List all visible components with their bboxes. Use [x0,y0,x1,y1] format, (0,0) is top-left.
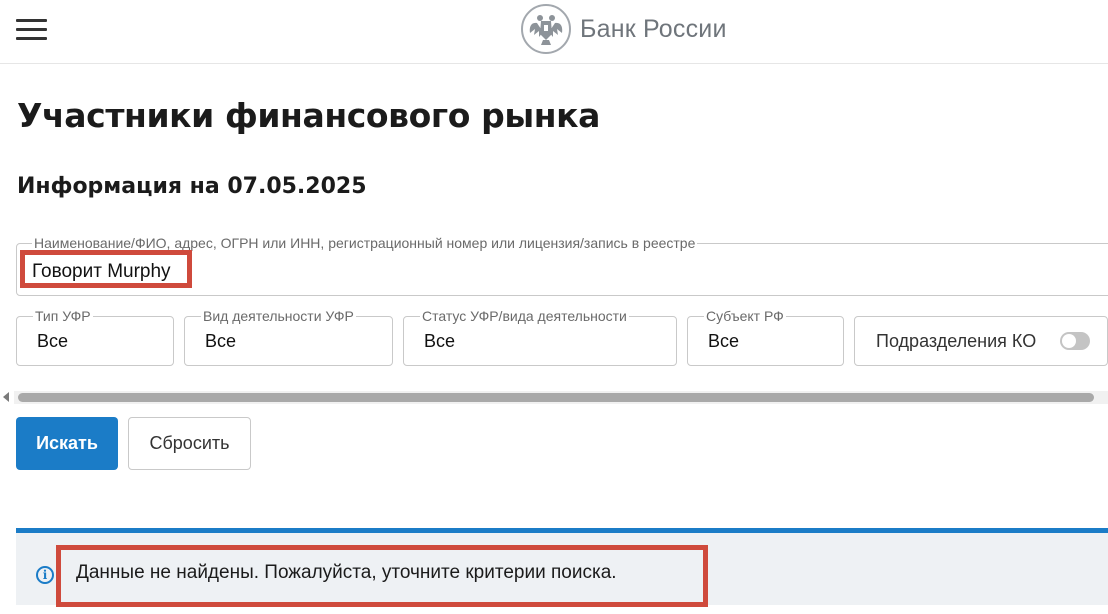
top-header: Банк России [0,0,1108,64]
filter-activity-type[interactable]: Вид деятельности УФР Все [184,308,393,366]
search-input[interactable]: Наименование/ФИО, адрес, ОГРН или ИНН, р… [16,235,1108,296]
search-input-value: Говорит Murphy [32,261,171,282]
hamburger-menu-icon[interactable] [16,18,48,40]
eagle-emblem-icon [521,4,571,54]
search-button[interactable]: Искать [16,417,118,470]
filter-label: Тип УФР [33,308,93,324]
filter-status[interactable]: Статус УФР/вида деятельности Все [403,308,677,366]
filter-value: Все [205,331,237,351]
filter-label: Вид деятельности УФР [201,308,356,324]
ko-divisions-toggle-box[interactable]: Подразделения КО [854,316,1108,366]
search-input-label: Наименование/ФИО, адрес, ОГРН или ИНН, р… [32,235,698,251]
scrollbar-thumb[interactable] [18,393,1094,402]
toggle-knob [1062,334,1076,348]
info-date-heading: Информация на 07.05.2025 [17,174,367,199]
filter-label: Субъект РФ [704,308,786,324]
reset-button[interactable]: Сбросить [128,417,251,470]
scroll-left-arrow-icon[interactable] [3,392,9,402]
ko-divisions-label: Подразделения КО [876,331,1037,351]
filter-value: Все [708,331,740,351]
filter-value: Все [424,331,456,351]
ko-divisions-toggle[interactable] [1060,332,1090,350]
bank-logo-link[interactable]: Банк России [521,4,727,54]
filter-ufr-type[interactable]: Тип УФР Все [16,308,174,366]
page-title: Участники финансового рынка [17,96,601,135]
brand-name: Банк России [580,14,727,43]
filter-label: Статус УФР/вида деятельности [420,308,629,324]
info-icon: i [36,566,54,584]
filter-value: Все [37,331,69,351]
no-results-text: Данные не найдены. Пожалуйста, уточните … [76,562,617,583]
horizontal-scrollbar[interactable] [14,391,1108,404]
filter-region[interactable]: Субъект РФ Все [687,308,844,366]
no-results-message: i Данные не найдены. Пожалуйста, уточнит… [16,533,1108,605]
